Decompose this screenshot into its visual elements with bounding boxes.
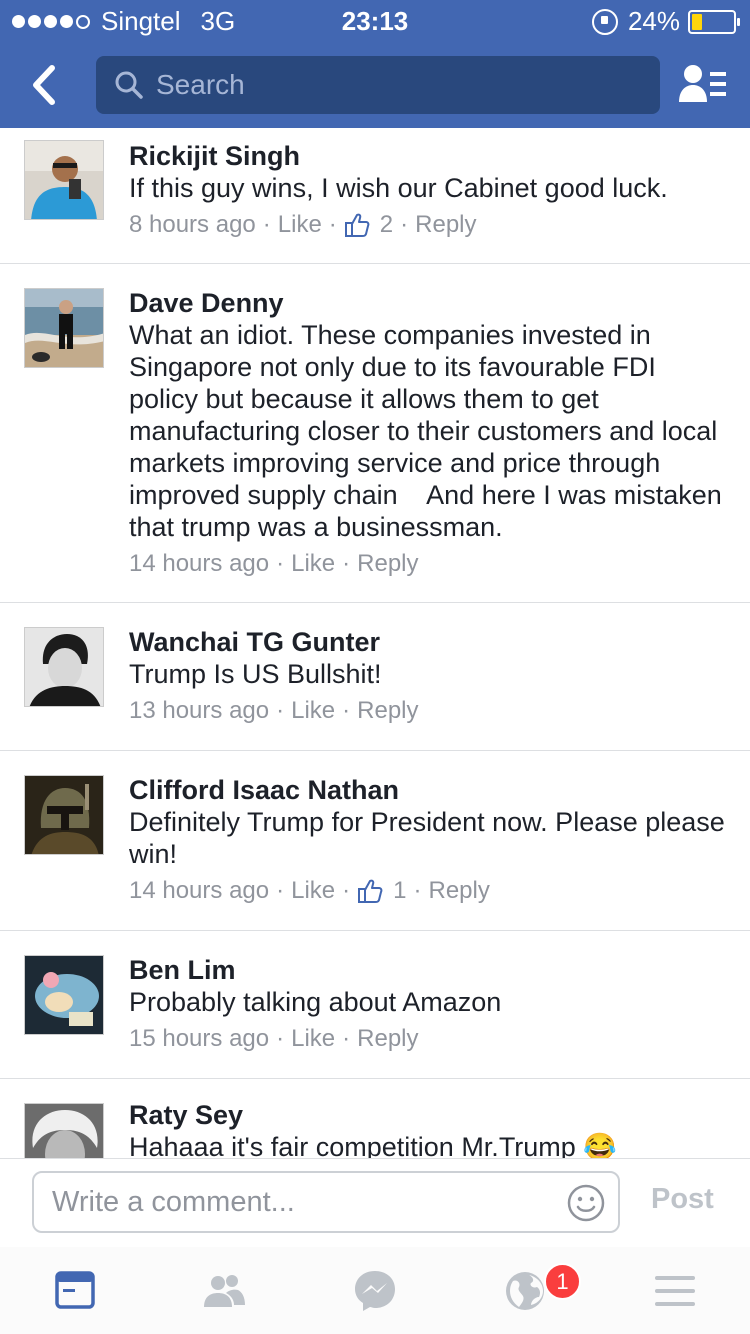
- notifications-globe-icon[interactable]: [501, 1267, 549, 1315]
- separator-dot: ·: [342, 550, 351, 577]
- comment-text: Definitely Trump for President now. Plea…: [129, 807, 725, 869]
- battery-fill: [692, 13, 702, 30]
- reaction-count[interactable]: 1: [393, 876, 406, 906]
- menu-icon[interactable]: [651, 1267, 699, 1315]
- separator-dot: ·: [262, 211, 271, 238]
- battery-icon: [688, 9, 740, 34]
- comment-time: 14 hours ago: [129, 550, 270, 577]
- reply-button[interactable]: Reply: [429, 876, 490, 906]
- comment-meta: 14 hours ago · Like · Reply: [129, 549, 730, 579]
- search-input[interactable]: [154, 68, 638, 102]
- commenter-name[interactable]: Dave Denny: [129, 287, 730, 319]
- search-icon: [115, 71, 143, 99]
- commenter-name[interactable]: Rickijit Singh: [129, 140, 730, 172]
- navigation-row: [0, 56, 750, 114]
- comment-composer: Post: [0, 1158, 750, 1248]
- separator-dot: ·: [342, 697, 351, 724]
- commenter-name[interactable]: Wanchai TG Gunter: [129, 626, 730, 658]
- thumbs-up-icon[interactable]: [344, 212, 370, 238]
- separator-dot: ·: [400, 211, 409, 238]
- top-bar: Singtel 3G 23:13 24%: [0, 0, 750, 128]
- chevron-left-icon[interactable]: [26, 62, 62, 108]
- like-button[interactable]: Like: [278, 210, 322, 240]
- avatar[interactable]: [24, 140, 104, 220]
- thumbs-up-icon[interactable]: [357, 878, 383, 904]
- status-bar: Singtel 3G 23:13 24%: [0, 0, 750, 40]
- avatar[interactable]: [24, 1103, 104, 1158]
- reaction-count[interactable]: 2: [380, 210, 393, 240]
- avatar-image: [25, 776, 103, 854]
- reply-button[interactable]: Reply: [415, 210, 476, 240]
- separator-dot: ·: [342, 877, 351, 904]
- notification-badge: 1: [544, 1263, 581, 1300]
- comment-meta: 15 hours ago · Like · Reply: [129, 1024, 730, 1054]
- search-bar[interactable]: [96, 56, 660, 114]
- separator-dot: ·: [342, 1025, 351, 1052]
- reply-button[interactable]: Reply: [357, 549, 418, 579]
- commenter-name[interactable]: Clifford Isaac Nathan: [129, 774, 730, 806]
- commenter-name[interactable]: Ben Lim: [129, 954, 730, 986]
- comment-time: 14 hours ago: [129, 877, 270, 904]
- separator-dot: ·: [276, 550, 285, 577]
- friend-list-icon[interactable]: [678, 62, 728, 108]
- avatar-image: [25, 141, 103, 219]
- separator-dot: ·: [413, 877, 422, 904]
- comment-item: Ben Lim Probably talking about Amazon 15…: [0, 931, 750, 1079]
- separator-dot: ·: [276, 697, 285, 724]
- like-button[interactable]: Like: [291, 1024, 335, 1054]
- avatar[interactable]: [24, 627, 104, 707]
- rotation-lock-icon: [591, 8, 618, 35]
- comment-meta: 13 hours ago · Like · Reply: [129, 696, 730, 726]
- comment-time: 8 hours ago: [129, 211, 256, 238]
- comment-input-box[interactable]: [32, 1171, 620, 1233]
- comment-item: Dave Denny What an idiot. These companie…: [0, 264, 750, 603]
- battery-percent: 24%: [627, 6, 680, 36]
- separator-dot: ·: [276, 877, 285, 904]
- comment-time: 15 hours ago: [129, 1025, 270, 1052]
- tab-bar: 1: [0, 1247, 750, 1334]
- comment-meta: 8 hours ago · Like · 2 · Reply: [129, 210, 730, 240]
- comment-text: If this guy wins, I wish our Cabinet goo…: [129, 173, 668, 203]
- comments-feed[interactable]: Rickijit Singh If this guy wins, I wish …: [0, 128, 750, 1158]
- status-right: 24%: [591, 6, 740, 37]
- avatar-image: [25, 956, 103, 1034]
- comment-meta: 14 hours ago · Like · 1 · Reply: [129, 876, 730, 906]
- comment-item: Raty Sey Hahaaa it's fair competition Mr…: [0, 1079, 750, 1158]
- comment-item: Clifford Isaac Nathan Definitely Trump f…: [0, 751, 750, 931]
- like-button[interactable]: Like: [291, 876, 335, 906]
- comment-text: What an idiot. These companies invested …: [129, 320, 730, 542]
- avatar-image: [25, 628, 103, 706]
- reply-button[interactable]: Reply: [357, 1024, 418, 1054]
- emoji-icon[interactable]: [566, 1183, 606, 1223]
- like-button[interactable]: Like: [291, 549, 335, 579]
- avatar[interactable]: [24, 288, 104, 368]
- comment-text: Trump Is US Bullshit!: [129, 659, 382, 689]
- comment-item: Rickijit Singh If this guy wins, I wish …: [0, 128, 750, 264]
- reply-button[interactable]: Reply: [357, 696, 418, 726]
- messenger-icon[interactable]: [351, 1267, 399, 1315]
- avatar[interactable]: [24, 775, 104, 855]
- commenter-name[interactable]: Raty Sey: [129, 1099, 730, 1131]
- comment-item: Wanchai TG Gunter Trump Is US Bullshit! …: [0, 603, 750, 751]
- post-button[interactable]: Post: [651, 1183, 714, 1216]
- separator-dot: ·: [276, 1025, 285, 1052]
- avatar-image: [25, 289, 103, 367]
- news-feed-icon[interactable]: [51, 1267, 99, 1315]
- comment-input[interactable]: [50, 1184, 554, 1220]
- like-button[interactable]: Like: [291, 696, 335, 726]
- comment-time: 13 hours ago: [129, 697, 270, 724]
- comment-text: Probably talking about Amazon: [129, 987, 502, 1017]
- comment-text: Hahaaa it's fair competition Mr.Trump 😂: [129, 1132, 617, 1158]
- avatar-image: [25, 1104, 103, 1158]
- separator-dot: ·: [328, 211, 337, 238]
- friends-icon[interactable]: [200, 1267, 248, 1315]
- avatar[interactable]: [24, 955, 104, 1035]
